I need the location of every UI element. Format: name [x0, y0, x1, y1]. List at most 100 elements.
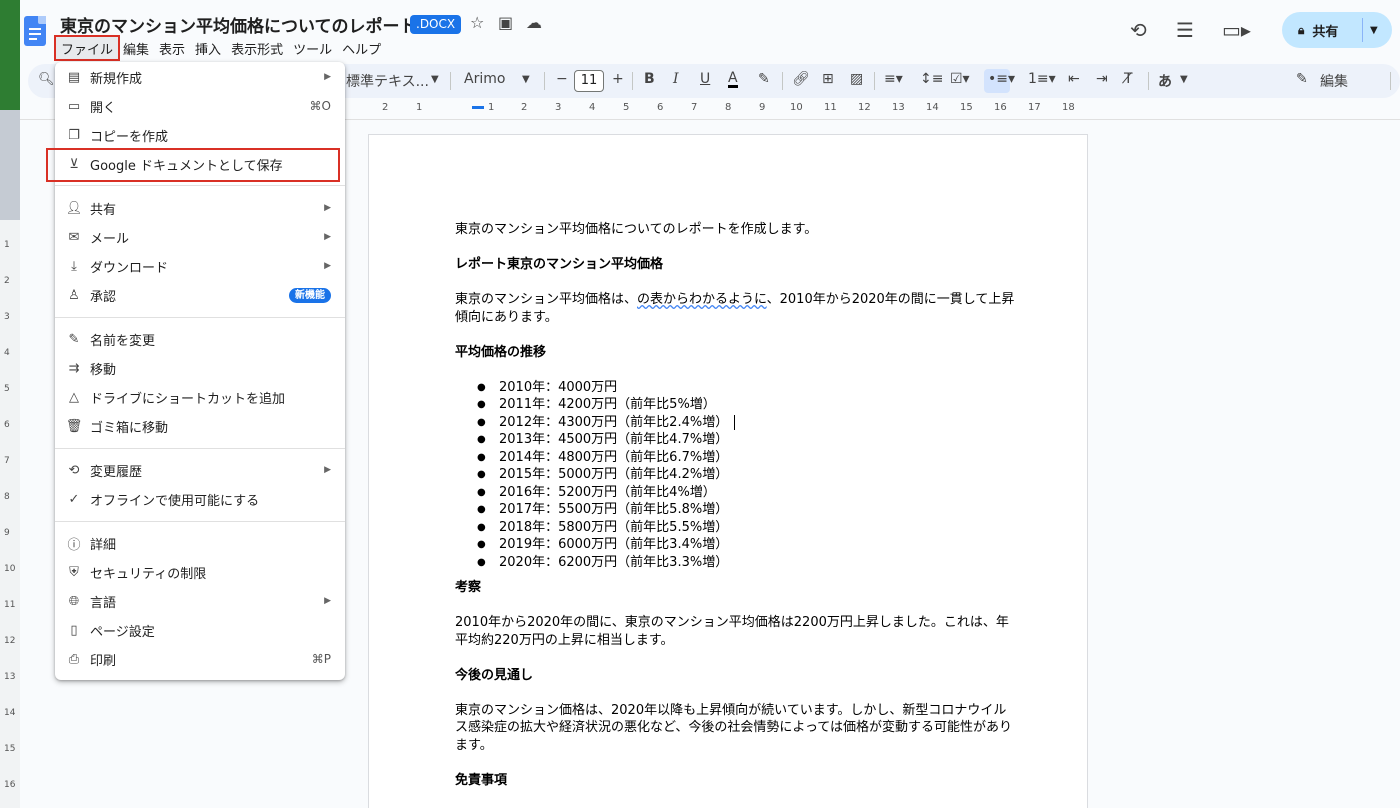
submenu-arrow-icon: ▶: [324, 261, 331, 271]
mail-icon: ✉: [68, 229, 80, 245]
bullet-list-icon[interactable]: •≡▾: [988, 71, 1015, 87]
bold-icon[interactable]: B: [644, 71, 655, 87]
report-heading: レポート東京のマンション平均価格: [455, 257, 664, 272]
input-tools-button[interactable]: あ: [1158, 71, 1172, 91]
menu-item-make-copy[interactable]: ❐ コピーを作成: [55, 121, 345, 149]
trend-heading: 平均価格の推移: [455, 344, 547, 360]
list-item: 2015年：5000万円（前年比4.2%増）: [477, 466, 1015, 484]
docx-badge: .DOCX: [410, 15, 462, 34]
search-menus-icon[interactable]: 🔍︎: [38, 72, 55, 87]
submenu-arrow-icon: ▶: [324, 203, 331, 213]
security-icon: ⛨: [69, 564, 79, 580]
menu-item-version-history[interactable]: ⟲ 変更履歴 ▶: [55, 456, 345, 484]
cloud-status-icon[interactable]: ☁: [526, 13, 542, 32]
menu-item-details[interactable]: ⓘ 詳細: [55, 529, 345, 557]
chevron-down-icon[interactable]: ▼: [1370, 25, 1378, 36]
menu-item-share[interactable]: 👤︎ 共有 ▶: [55, 194, 345, 222]
document-title[interactable]: 東京のマンション平均価格についてのレポート: [60, 12, 417, 37]
menu-edit[interactable]: 編集: [118, 37, 154, 59]
print-icon: ⎙: [68, 651, 80, 667]
horizontal-ruler-marks: 2 1 1 2 3 4 5 6 7 8 9 10 11 12 13 14 15 …: [382, 102, 1075, 113]
menu-item-approvals[interactable]: ♙ 承認 新機能: [55, 281, 345, 309]
history-icon: ⟲: [68, 462, 80, 478]
increase-font-icon[interactable]: +: [612, 71, 624, 87]
move-folder-icon[interactable]: ▣: [498, 13, 513, 32]
submenu-arrow-icon: ▶: [324, 465, 331, 475]
font-select[interactable]: Arimo: [464, 71, 505, 87]
text-color-icon[interactable]: A: [728, 71, 738, 88]
shortcut-icon: △: [69, 389, 79, 405]
image-icon[interactable]: ▨: [850, 71, 863, 87]
italic-icon[interactable]: I: [673, 71, 679, 87]
menu-item-new[interactable]: ▤ 新規作成 ▶: [55, 63, 345, 91]
analysis-heading: 考察: [455, 580, 482, 595]
list-item: 2011年：4200万円（前年比5%増）: [477, 396, 1015, 414]
underline-icon[interactable]: U: [700, 71, 710, 87]
menu-file[interactable]: ファイル: [53, 35, 121, 61]
submenu-arrow-icon: ▶: [324, 596, 331, 606]
list-item: 2020年：6200万円（前年比3.3%増）: [477, 554, 1015, 572]
outlook-heading: 今後の見通し: [455, 667, 534, 683]
info-icon: ⓘ: [67, 537, 81, 553]
highlight-icon[interactable]: ✎: [758, 71, 770, 87]
intro-paragraph: 東京のマンション平均価格についてのレポートを作成します。: [455, 222, 818, 237]
clear-format-icon[interactable]: T̸: [1124, 71, 1133, 87]
list-item: 2019年：6000万円（前年比3.4%増）: [477, 536, 1015, 554]
menu-item-print[interactable]: ⎙ 印刷 ⌘P: [55, 645, 345, 673]
menu-item-page-setup[interactable]: ▯ ページ設定: [55, 616, 345, 644]
pencil-icon: ✎: [68, 331, 80, 347]
disclaimer-heading: 免責事項: [455, 772, 508, 788]
line-spacing-icon[interactable]: ↕≡: [920, 71, 943, 87]
price-list: 2010年：4000万円 2011年：4200万円（前年比5%増） 2012年：…: [455, 379, 1015, 572]
submenu-arrow-icon: ▶: [324, 232, 331, 242]
menu-insert[interactable]: 挿入: [190, 37, 226, 59]
share-button[interactable]: 🔒︎ 共有 ▼: [1282, 12, 1392, 48]
docs-header: 東京のマンション平均価格についてのレポート .DOCX ☆ ▣ ☁ ファイル 編…: [20, 0, 1400, 62]
history-icon[interactable]: ⟲: [1130, 18, 1147, 42]
comments-icon[interactable]: ☰: [1176, 18, 1194, 42]
menu-item-rename[interactable]: ✎ 名前を変更: [55, 325, 345, 353]
comment-add-icon[interactable]: ⊞: [822, 71, 834, 87]
meet-icon[interactable]: ▭▸: [1222, 18, 1251, 42]
copy-icon: ❐: [68, 127, 80, 143]
menu-item-add-shortcut[interactable]: △ ドライブにショートカットを追加: [55, 383, 345, 411]
decrease-font-icon[interactable]: −: [556, 71, 568, 87]
menu-item-move[interactable]: ⇉ 移動: [55, 354, 345, 382]
font-size-input[interactable]: 11: [574, 70, 604, 92]
menu-item-security[interactable]: ⛨ セキュリティの制限: [55, 558, 345, 586]
spellcheck-underline: の表からわかるように: [637, 292, 767, 307]
checklist-icon[interactable]: ☑▾: [950, 71, 970, 87]
list-item: 2013年：4500万円（前年比4.7%増）: [477, 431, 1015, 449]
docs-logo-icon[interactable]: [24, 16, 46, 46]
link-icon[interactable]: 🔗︎: [792, 71, 810, 87]
align-icon[interactable]: ≡▾: [884, 71, 903, 87]
person-add-icon: 👤︎: [65, 200, 83, 216]
vertical-ruler[interactable]: 1 2 3 4 5 6 7 8 9 10 11 12 13 14 15 16: [0, 220, 20, 808]
list-item: 2017年：5500万円（前年比5.8%増）: [477, 501, 1015, 519]
menu-item-trash[interactable]: 🗑︎ ゴミ箱に移動: [55, 412, 345, 440]
submenu-arrow-icon: ▶: [324, 72, 331, 82]
paragraph-style-select[interactable]: 標準テキス...: [346, 71, 429, 91]
numbered-list-icon[interactable]: 1≡▾: [1028, 71, 1056, 87]
menu-format[interactable]: 表示形式: [226, 37, 288, 59]
menu-help[interactable]: ヘルプ: [337, 37, 386, 59]
menu-view[interactable]: 表示: [154, 37, 190, 59]
menu-tools[interactable]: ツール: [288, 37, 337, 59]
approval-icon: ♙: [68, 287, 80, 303]
document-page[interactable]: 東京のマンション平均価格についてのレポートを作成します。 レポート東京のマンショ…: [368, 134, 1088, 808]
menu-item-open[interactable]: ▭ 開く ⌘O: [55, 92, 345, 120]
decrease-indent-icon[interactable]: ⇤: [1068, 71, 1080, 87]
menu-item-email[interactable]: ✉ メール ▶: [55, 223, 345, 251]
edit-mode-select[interactable]: 編集: [1320, 71, 1348, 91]
annotation-highlight-box: [46, 148, 340, 182]
page-setup-icon: ▯: [70, 622, 78, 638]
lock-icon: 🔒︎: [1298, 22, 1305, 37]
star-icon[interactable]: ☆: [470, 13, 484, 32]
document-body[interactable]: 東京のマンション平均価格についてのレポートを作成します。 レポート東京のマンショ…: [455, 221, 1015, 789]
menu-item-offline[interactable]: ✓ オフラインで使用可能にする: [55, 485, 345, 513]
menu-item-download[interactable]: ⤓ ダウンロード ▶: [55, 252, 345, 280]
increase-indent-icon[interactable]: ⇥: [1096, 71, 1108, 87]
menu-item-language[interactable]: 🌐︎ 言語 ▶: [55, 587, 345, 615]
offline-icon: ✓: [68, 491, 80, 507]
edit-mode-pencil-icon[interactable]: ✎: [1296, 71, 1308, 87]
